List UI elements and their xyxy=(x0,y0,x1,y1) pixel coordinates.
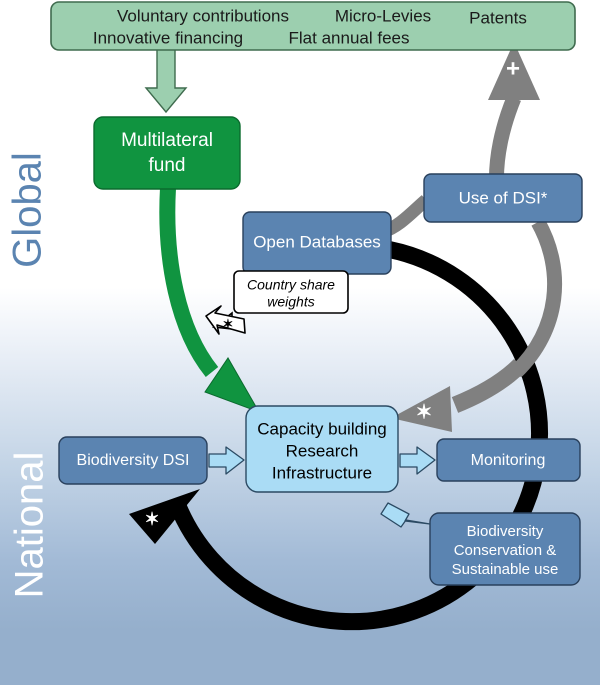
callout-label-line2: weights xyxy=(267,294,314,310)
node-use-of-dsi[interactable]: Use of DSI* xyxy=(423,173,583,223)
funding-sources-banner[interactable]: Voluntary contributions Micro-Levies Pat… xyxy=(50,1,576,51)
tier-label-national-text: National xyxy=(8,452,52,599)
diagram-canvas: Global National Voluntary contributions … xyxy=(0,0,600,685)
node-multilateral-fund-label-line2: fund xyxy=(149,155,186,176)
banner-item-innovative-financing: Innovative financing xyxy=(93,28,243,47)
banner-item-flat-annual-fees: Flat annual fees xyxy=(289,28,410,47)
node-capacity-building[interactable]: Capacity building Research Infrastructur… xyxy=(245,405,399,493)
banner-item-voluntary-contributions: Voluntary contributions xyxy=(117,6,289,25)
node-monitoring-label: Monitoring xyxy=(471,452,546,469)
node-biodiversity-conservation[interactable]: Biodiversity Conservation & Sustainable … xyxy=(429,512,581,586)
tier-label-global-text: Global xyxy=(6,152,50,268)
node-capacity-building-label-line1: Capacity building xyxy=(257,419,386,438)
node-biodiversity-dsi-label: Biodiversity DSI xyxy=(77,452,190,469)
node-open-databases-label: Open Databases xyxy=(253,232,381,251)
node-capacity-building-label-line2: Research xyxy=(286,441,359,460)
node-open-databases[interactable]: Open Databases xyxy=(242,211,392,275)
star-marker-capacity: ✶ xyxy=(416,401,433,423)
callout-label-line1: Country share xyxy=(247,277,335,293)
node-biodiversity-conservation-label-line3: Sustainable use xyxy=(452,561,559,578)
node-use-of-dsi-label: Use of DSI* xyxy=(459,188,548,207)
node-multilateral-fund-shape xyxy=(93,116,241,190)
node-capacity-building-label-line3: Infrastructure xyxy=(272,463,372,482)
node-multilateral-fund[interactable]: Multilateral fund xyxy=(93,116,241,190)
node-multilateral-fund-label-line1: Multilateral xyxy=(121,130,213,151)
plus-marker-patents: + xyxy=(506,55,520,82)
node-biodiversity-conservation-label-line2: Conservation & xyxy=(454,542,557,559)
star-marker-callout: ✶ xyxy=(223,316,234,331)
node-biodiversity-conservation-label-line1: Biodiversity xyxy=(467,523,544,540)
star-marker-dsi-flow: ✶ xyxy=(144,509,159,529)
tier-label-global: Global xyxy=(6,152,50,268)
node-monitoring[interactable]: Monitoring xyxy=(436,438,581,482)
banner-item-patents: Patents xyxy=(469,8,527,27)
node-biodiversity-dsi[interactable]: Biodiversity DSI xyxy=(58,436,208,485)
banner-item-micro-levies: Micro-Levies xyxy=(335,6,431,25)
tier-label-national: National xyxy=(8,452,52,599)
